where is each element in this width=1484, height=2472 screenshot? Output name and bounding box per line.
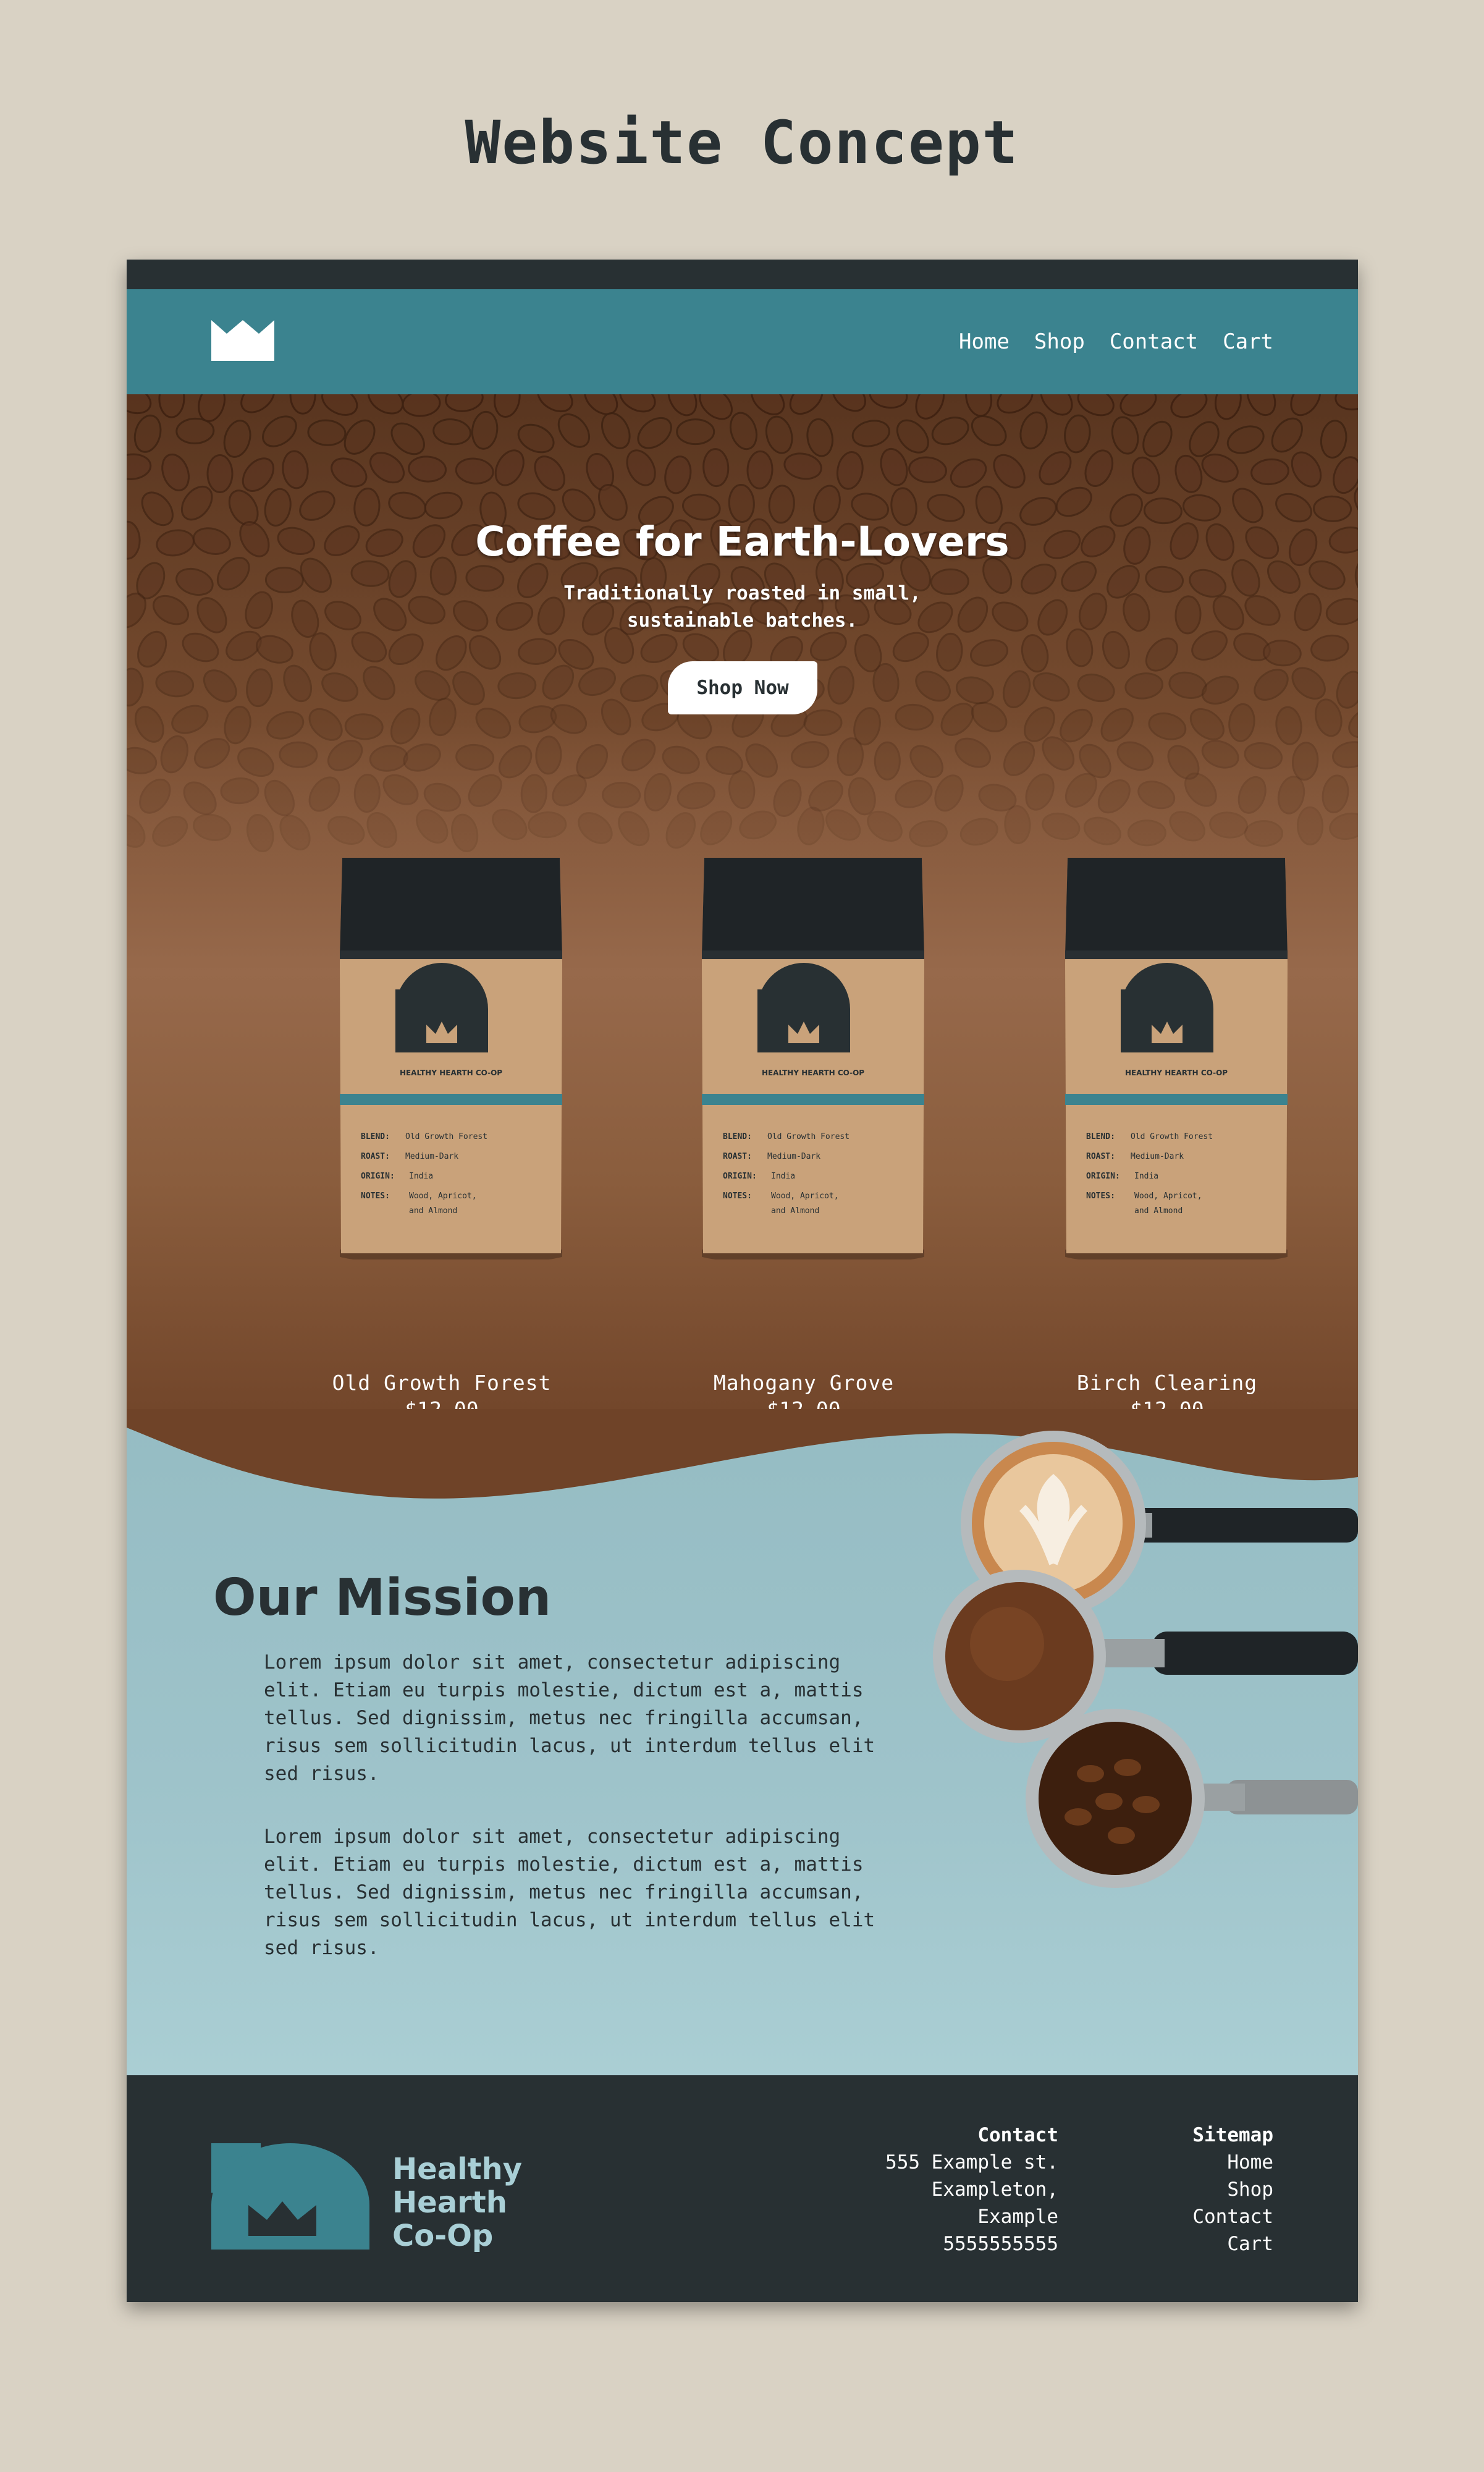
coffee-bean bbox=[206, 454, 234, 493]
bag-notes: and Almond bbox=[409, 1206, 457, 1216]
bag-notes-label: NOTES: bbox=[1086, 1192, 1115, 1201]
portafilter-illustration bbox=[933, 1431, 1358, 1888]
crown-logo-icon[interactable] bbox=[211, 320, 274, 361]
bag-blend: Old Growth Forest bbox=[1131, 1132, 1213, 1141]
bag-blend: Old Growth Forest bbox=[767, 1132, 850, 1141]
website-mockup: Home Shop Contact Cart Coffee for Earth-… bbox=[127, 260, 1358, 2302]
contact-heading: Contact bbox=[977, 2124, 1058, 2146]
bag-roast-label: ROAST: bbox=[1086, 1152, 1115, 1161]
nav-bar: Home Shop Contact Cart bbox=[127, 289, 1358, 394]
bag-notes: Wood, Apricot, bbox=[409, 1192, 477, 1201]
coffee-bean bbox=[602, 782, 641, 809]
contact-line: 555 Example st. bbox=[885, 2151, 1058, 2174]
sitemap-link-contact[interactable]: Contact bbox=[1192, 2203, 1273, 2230]
bag-origin: India bbox=[409, 1172, 433, 1181]
sitemap-heading: Sitemap bbox=[1192, 2124, 1273, 2146]
brand-line: Co-Op bbox=[392, 2219, 494, 2253]
bag-notes: Wood, Apricot, bbox=[771, 1192, 839, 1201]
hero-subtitle: Traditionally roasted in small, sustaina… bbox=[127, 580, 1358, 634]
nav-link-cart[interactable]: Cart bbox=[1223, 329, 1273, 354]
bag-blend-label: BLEND: bbox=[1086, 1132, 1115, 1141]
product-name[interactable]: Old Growth Forest bbox=[312, 1371, 571, 1395]
contact-line: Example bbox=[977, 2206, 1058, 2228]
mission-paragraph: Lorem ipsum dolor sit amet, consectetur … bbox=[264, 1826, 875, 1959]
contact-line: Exampleton, bbox=[931, 2178, 1058, 2201]
mission-paragraph: Lorem ipsum dolor sit amet, consectetur … bbox=[264, 1651, 875, 1785]
bag-roast: Medium-Dark bbox=[767, 1152, 820, 1161]
bag-origin-label: ORIGIN: bbox=[361, 1172, 395, 1181]
hero-title: Coffee for Earth-Lovers bbox=[475, 518, 1010, 565]
coffee-bean bbox=[874, 741, 901, 781]
nav-link-home[interactable]: Home bbox=[959, 329, 1010, 354]
bag-blend: Old Growth Forest bbox=[405, 1132, 487, 1141]
coffee-bag-image: HEALTHY HEARTH CO-OP BLEND: Old Growth F… bbox=[702, 858, 924, 1259]
bag-blend-label: BLEND: bbox=[361, 1132, 390, 1141]
footer: Healthy Hearth Co-Op Contact 555 Example… bbox=[127, 2075, 1358, 2302]
bag-notes-label: NOTES: bbox=[361, 1192, 390, 1201]
bag-brand: HEALTHY HEARTH CO-OP bbox=[400, 1069, 502, 1077]
bag-notes: Wood, Apricot, bbox=[1134, 1192, 1202, 1201]
coffee-bean bbox=[353, 774, 381, 813]
bag-roast-label: ROAST: bbox=[361, 1152, 390, 1161]
coffee-bean bbox=[1297, 806, 1324, 845]
coffee-bag-image: HEALTHY HEARTH CO-OP BLEND: Old Growth F… bbox=[340, 858, 562, 1259]
mission-title: Our Mission bbox=[213, 1568, 552, 1627]
bag-blend-label: BLEND: bbox=[723, 1132, 752, 1141]
coffee-bean bbox=[676, 418, 715, 446]
bag-roast: Medium-Dark bbox=[405, 1152, 458, 1161]
product-name[interactable]: Mahogany Grove bbox=[674, 1371, 934, 1395]
coffee-bean bbox=[746, 450, 774, 489]
footer-sitemap: Sitemap Home Shop Contact Cart bbox=[1192, 2122, 1273, 2258]
sitemap-link-home[interactable]: Home bbox=[1192, 2149, 1273, 2176]
bag-brand: HEALTHY HEARTH CO-OP bbox=[1125, 1069, 1228, 1077]
bag-roast-label: ROAST: bbox=[723, 1152, 752, 1161]
sitemap-link-cart[interactable]: Cart bbox=[1192, 2230, 1273, 2258]
brand-line: Healthy bbox=[392, 2152, 522, 2186]
sitemap-link-shop[interactable]: Shop bbox=[1192, 2176, 1273, 2203]
bag-brand: HEALTHY HEARTH CO-OP bbox=[762, 1069, 864, 1077]
coffee-bag-image: HEALTHY HEARTH CO-OP BLEND: Old Growth F… bbox=[1065, 858, 1288, 1259]
bag-origin-label: ORIGIN: bbox=[723, 1172, 757, 1181]
hero-subtitle-line: Traditionally roasted in small, bbox=[563, 582, 921, 604]
brand-line: Hearth bbox=[392, 2185, 507, 2220]
nav-links: Home Shop Contact Cart bbox=[959, 289, 1273, 394]
coffee-bean bbox=[803, 709, 843, 737]
bag-notes: and Almond bbox=[1134, 1206, 1183, 1216]
contact-line: 5555555555 bbox=[943, 2233, 1058, 2255]
bag-origin: India bbox=[1134, 1172, 1158, 1181]
coffee-bean bbox=[1244, 820, 1283, 847]
hero-section: Coffee for Earth-Lovers Traditionally ro… bbox=[127, 394, 1358, 1445]
nav-link-shop[interactable]: Shop bbox=[1034, 329, 1085, 354]
nav-link-contact[interactable]: Contact bbox=[1110, 329, 1198, 354]
coffee-bean bbox=[1127, 819, 1166, 847]
page-heading: Website Concept bbox=[465, 108, 1019, 177]
footer-contact: Contact 555 Example st. Exampleton, Exam… bbox=[885, 2122, 1058, 2258]
coffee-bean bbox=[175, 417, 215, 444]
hearth-logo-icon[interactable] bbox=[211, 2143, 369, 2250]
coffee-bean bbox=[535, 735, 562, 775]
coffee-bean bbox=[279, 741, 318, 768]
bag-notes-label: NOTES: bbox=[723, 1192, 752, 1201]
product-name[interactable]: Birch Clearing bbox=[1037, 1371, 1297, 1395]
footer-brand-name: Healthy Hearth Co-Op bbox=[392, 2152, 522, 2253]
bag-origin-label: ORIGIN: bbox=[1086, 1172, 1120, 1181]
bag-roast: Medium-Dark bbox=[1131, 1152, 1184, 1161]
bag-origin: India bbox=[771, 1172, 795, 1181]
shop-now-button[interactable]: Shop Now bbox=[668, 661, 817, 714]
bag-notes: and Almond bbox=[771, 1206, 819, 1216]
hero-subtitle-line: sustainable batches. bbox=[626, 609, 858, 632]
